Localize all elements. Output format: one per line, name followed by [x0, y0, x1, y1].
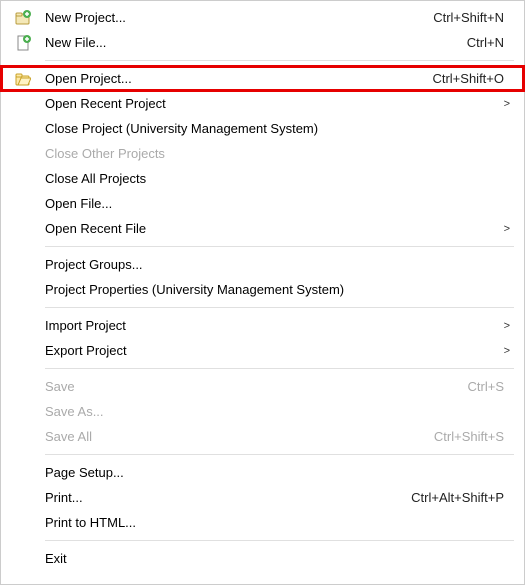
menu-item-label: Project Properties (University Managemen… [45, 282, 510, 297]
menu-separator [45, 540, 514, 541]
menu-item-project-properties-university-management-system[interactable]: Project Properties (University Managemen… [1, 277, 524, 302]
menu-item-label: Save As... [45, 404, 510, 419]
menu-item-shortcut: Ctrl+Alt+Shift+P [411, 490, 510, 505]
menu-item-label: Page Setup... [45, 465, 510, 480]
menu-separator [45, 368, 514, 369]
menu-separator [45, 60, 514, 61]
menu-item-label: Print to HTML... [45, 515, 510, 530]
menu-item-page-setup[interactable]: Page Setup... [1, 460, 524, 485]
menu-item-label: Import Project [45, 318, 498, 333]
new-file-icon [15, 35, 31, 51]
menu-item-exit[interactable]: Exit [1, 546, 524, 571]
menu-item-print[interactable]: Print...Ctrl+Alt+Shift+P [1, 485, 524, 510]
menu-item-open-recent-project[interactable]: Open Recent Project> [1, 91, 524, 116]
menu-item-close-project-university-management-system[interactable]: Close Project (University Management Sys… [1, 116, 524, 141]
chevron-right-icon: > [498, 320, 510, 332]
menu-item-label: Open Project... [45, 71, 432, 86]
menu-item-open-file[interactable]: Open File... [1, 191, 524, 216]
new-project-icon [15, 10, 31, 26]
menu-item-close-other-projects: Close Other Projects [1, 141, 524, 166]
menu-item-label: Save [45, 379, 468, 394]
menu-item-label: Close Project (University Management Sys… [45, 121, 510, 136]
menu-item-label: New File... [45, 35, 467, 50]
menu-item-shortcut: Ctrl+Shift+N [433, 10, 510, 25]
menu-item-label: Open Recent Project [45, 96, 498, 111]
menu-item-new-project[interactable]: New Project...Ctrl+Shift+N [1, 5, 524, 30]
menu-item-new-file[interactable]: New File...Ctrl+N [1, 30, 524, 55]
menu-separator [45, 454, 514, 455]
menu-item-shortcut: Ctrl+N [467, 35, 510, 50]
menu-item-label: Save All [45, 429, 434, 444]
open-project-icon [15, 71, 31, 87]
menu-item-label: Close Other Projects [45, 146, 510, 161]
menu-icon-slot [1, 71, 45, 87]
file-menu: New Project...Ctrl+Shift+NNew File...Ctr… [1, 1, 524, 575]
menu-separator [45, 246, 514, 247]
menu-icon-slot [1, 10, 45, 26]
menu-item-save-as: Save As... [1, 399, 524, 424]
menu-item-label: Open File... [45, 196, 510, 211]
menu-icon-slot [1, 35, 45, 51]
chevron-right-icon: > [498, 98, 510, 110]
menu-item-import-project[interactable]: Import Project> [1, 313, 524, 338]
menu-item-print-to-html[interactable]: Print to HTML... [1, 510, 524, 535]
menu-item-label: Print... [45, 490, 411, 505]
menu-item-shortcut: Ctrl+S [468, 379, 510, 394]
menu-item-save: SaveCtrl+S [1, 374, 524, 399]
menu-item-label: Exit [45, 551, 510, 566]
chevron-right-icon: > [498, 345, 510, 357]
menu-item-label: Close All Projects [45, 171, 510, 186]
menu-item-project-groups[interactable]: Project Groups... [1, 252, 524, 277]
menu-item-shortcut: Ctrl+Shift+O [432, 71, 510, 86]
chevron-right-icon: > [498, 223, 510, 235]
menu-item-label: Project Groups... [45, 257, 510, 272]
menu-item-export-project[interactable]: Export Project> [1, 338, 524, 363]
menu-item-label: Export Project [45, 343, 498, 358]
menu-item-label: Open Recent File [45, 221, 498, 236]
menu-item-open-project[interactable]: Open Project...Ctrl+Shift+O [1, 66, 524, 91]
menu-item-save-all: Save AllCtrl+Shift+S [1, 424, 524, 449]
menu-item-label: New Project... [45, 10, 433, 25]
menu-item-open-recent-file[interactable]: Open Recent File> [1, 216, 524, 241]
menu-separator [45, 307, 514, 308]
menu-item-close-all-projects[interactable]: Close All Projects [1, 166, 524, 191]
menu-item-shortcut: Ctrl+Shift+S [434, 429, 510, 444]
